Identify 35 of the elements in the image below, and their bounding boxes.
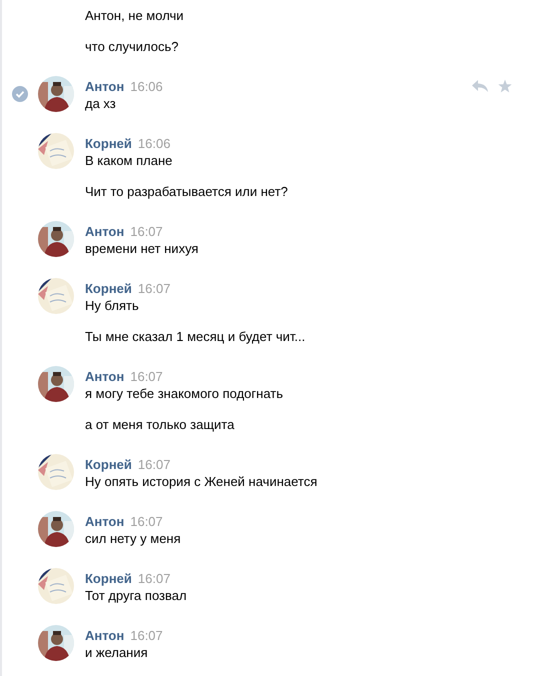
star-icon[interactable]: [498, 79, 512, 93]
message-text: Ты мне сказал 1 месяц и будет чит...: [85, 328, 306, 346]
author-name[interactable]: Антон: [85, 78, 124, 95]
author-name[interactable]: Корней: [85, 456, 132, 473]
author-name[interactable]: Антон: [85, 627, 124, 644]
message-text: Антон, не молчи: [85, 7, 185, 25]
message-time: 16:07: [130, 627, 163, 644]
message-time: 16:07: [130, 368, 163, 385]
message-text: В каком плане: [85, 152, 174, 170]
message-text: Ну блять: [85, 297, 140, 315]
message-time: 16:07: [138, 456, 170, 473]
message-time: 16:07: [138, 280, 170, 297]
message-text: и желания: [85, 644, 149, 662]
message-time: 16:06: [138, 135, 170, 152]
message-text: Чит то разрабатывается или нет?: [85, 183, 289, 201]
message-time: 16:07: [130, 223, 163, 240]
author-name[interactable]: Корней: [85, 570, 132, 587]
author-name[interactable]: Антон: [85, 368, 124, 385]
author-name[interactable]: Антон: [85, 223, 124, 240]
message-text: что случилось?: [85, 38, 180, 56]
message-text: Тот друга позвал: [85, 587, 188, 605]
reply-icon[interactable]: [472, 80, 488, 92]
message-time: 16:06: [130, 78, 163, 95]
message-text: сил нету у меня: [85, 530, 182, 548]
author-name[interactable]: Корней: [85, 280, 132, 297]
message-time: 16:07: [138, 570, 170, 587]
message-text: Ну опять история с Женей начинается: [85, 473, 318, 491]
message-text: времени нет нихуя: [85, 240, 200, 258]
message-text: а от меня только защита: [85, 416, 236, 434]
author-name[interactable]: Антон: [85, 513, 124, 530]
message-text: я могу тебе знакомого подогнать: [85, 385, 284, 403]
message-time: 16:07: [130, 513, 163, 530]
author-name[interactable]: Корней: [85, 135, 132, 152]
checkmark-icon[interactable]: [12, 86, 28, 102]
message-text: да хз: [85, 95, 117, 113]
